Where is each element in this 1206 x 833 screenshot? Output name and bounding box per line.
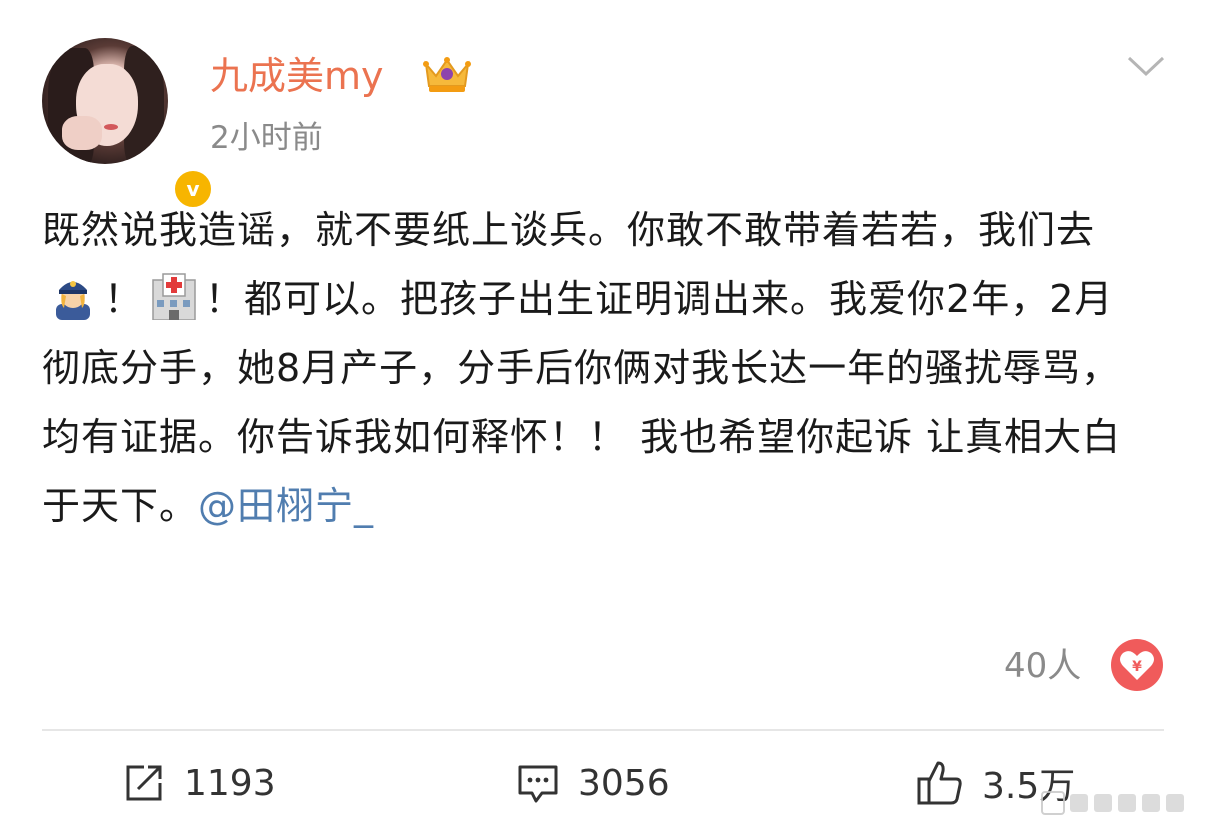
username[interactable]: 九成美my (210, 50, 384, 102)
repost-icon (126, 765, 162, 801)
chevron-down-icon[interactable] (1126, 54, 1166, 78)
mention-link[interactable]: @田栩宁_ (198, 484, 374, 528)
avatar-image (42, 38, 168, 164)
police-officer-emoji-icon (56, 281, 90, 320)
reward-symbol: ¥ (1132, 659, 1142, 675)
weibo-post-card: v 九成美my 2小时前 既然说我造谣，就不要纸上谈兵。你敢不敢带着若若，我们去… (0, 0, 1206, 833)
divider (42, 729, 1164, 731)
post-text-part: ！ (104, 277, 144, 321)
reward-heart-icon[interactable]: ¥ (1110, 638, 1164, 692)
avatar[interactable]: v (42, 38, 214, 210)
hospital-emoji-icon (152, 273, 196, 320)
post-text: 既然说我造谣，就不要纸上谈兵。你敢不敢带着若若，我们去 ！ ！都可以。把孩子出生… (42, 196, 1152, 541)
watermark-icon (1041, 791, 1184, 815)
crown-icon (423, 57, 471, 92)
repost-count: 1193 (184, 762, 276, 804)
comment-button[interactable]: 3056 (516, 758, 670, 808)
comment-icon (518, 765, 558, 803)
thumbs-up-icon (917, 761, 962, 805)
post-time: 2小时前 (210, 120, 323, 156)
repost-button[interactable]: 1193 (122, 758, 276, 808)
comment-count: 3056 (578, 762, 670, 804)
reward-count: 40人 (1004, 646, 1082, 686)
post-text-part: 既然说我造谣，就不要纸上谈兵。你敢不敢带着若若，我们去 (42, 208, 1096, 252)
